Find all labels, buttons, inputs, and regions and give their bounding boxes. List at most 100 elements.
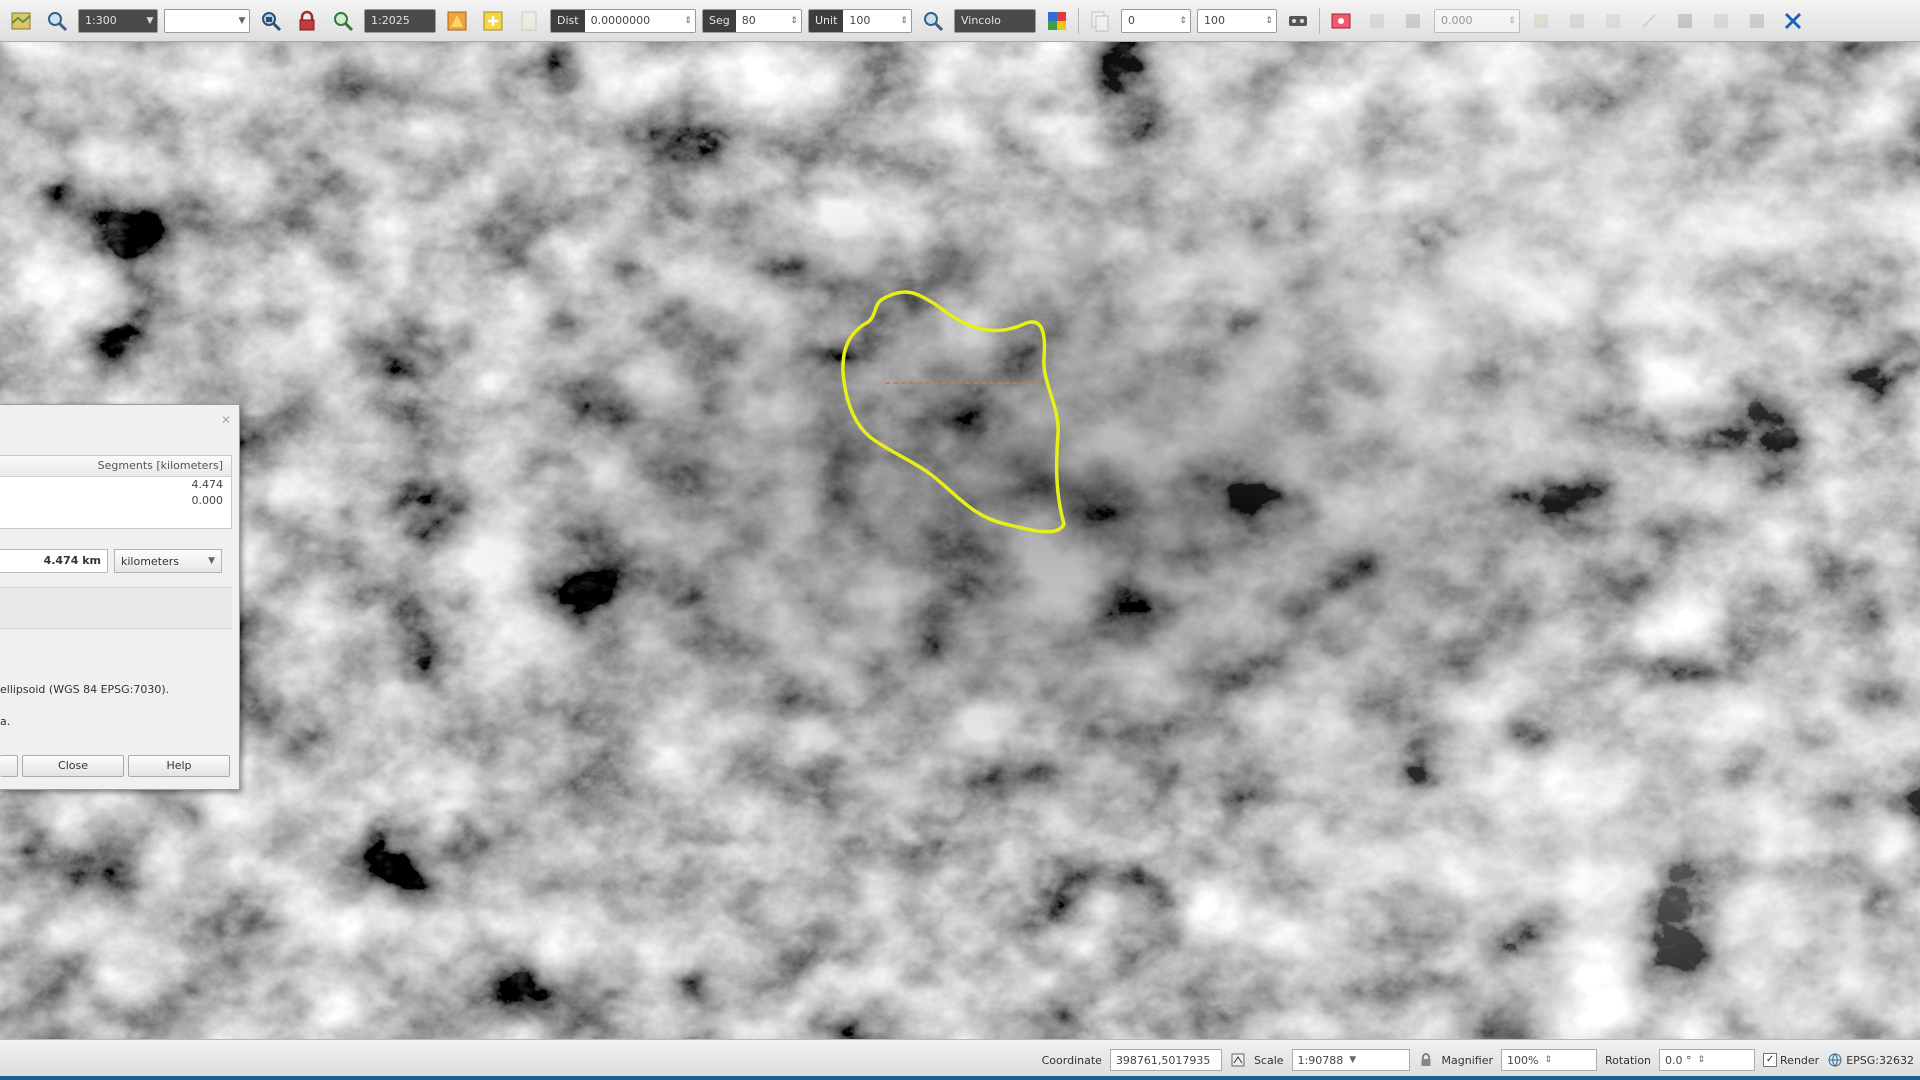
tool-button-5[interactable] bbox=[1598, 6, 1628, 36]
total-value-field: 4.474 km bbox=[0, 549, 108, 573]
add-feature-button[interactable] bbox=[478, 6, 508, 36]
offset-y-spinbox[interactable]: 100 ⇕ bbox=[1197, 8, 1277, 33]
coordinate-field[interactable]: 398761,5017935 bbox=[1109, 1049, 1222, 1071]
tolerance-label: Dist bbox=[551, 9, 585, 32]
magnifier-icon bbox=[48, 11, 68, 31]
magnifier-spinbox[interactable]: 100% ⇕ bbox=[1501, 1049, 1598, 1071]
segments-spinbox[interactable]: Seg 80 ⇕ bbox=[702, 8, 802, 33]
unit-select[interactable]: kilometers ▼ bbox=[114, 549, 222, 573]
square-tool-icon bbox=[1678, 13, 1692, 28]
angle-value: 0.000 bbox=[1441, 14, 1473, 27]
dialog-button-row: Close Help bbox=[0, 755, 236, 779]
toolbar-separator bbox=[1319, 7, 1320, 34]
magnifier-value: 100% bbox=[1507, 1053, 1539, 1067]
copy-icon bbox=[1091, 11, 1109, 31]
coordinate-toggle-icon[interactable] bbox=[1230, 1052, 1246, 1068]
zoom-scale-value: 1:300 bbox=[85, 14, 117, 27]
tool-button-9[interactable] bbox=[1742, 6, 1772, 36]
zoom-button[interactable] bbox=[42, 6, 72, 36]
record-button[interactable] bbox=[1326, 6, 1356, 36]
tool-button-6[interactable] bbox=[1634, 6, 1664, 36]
tool-button-1[interactable] bbox=[1362, 6, 1392, 36]
square-tool-icon bbox=[1750, 13, 1764, 28]
segments-label: Seg bbox=[703, 9, 736, 32]
main-toolbar: 1:300 ▼ ▼ 1:2025 Dist 0.0000000 ⇕ Seg 80… bbox=[0, 0, 1920, 42]
tolerance-value: 0.0000000 bbox=[590, 14, 651, 27]
crs-button[interactable]: EPSG:32632 bbox=[1827, 1052, 1914, 1068]
render-checkbox[interactable]: ✓ Render bbox=[1763, 1053, 1819, 1067]
vertex-scale-combo[interactable]: 1:2025 bbox=[364, 8, 436, 33]
tool-button-8[interactable] bbox=[1706, 6, 1736, 36]
spin-arrows-icon: ⇕ bbox=[1179, 15, 1187, 26]
spin-arrows-icon: ⇕ bbox=[1508, 15, 1516, 26]
map-layer-icon bbox=[11, 12, 31, 29]
spin-arrows-icon: ⇕ bbox=[684, 15, 692, 26]
rotation-label: Rotation bbox=[1605, 1053, 1652, 1067]
zoom-scale-combo[interactable]: 1:300 ▼ bbox=[78, 8, 158, 33]
dialog-close-icon[interactable]: ✕ bbox=[219, 413, 233, 427]
render-label: Render bbox=[1780, 1053, 1820, 1067]
copy-button[interactable] bbox=[1085, 6, 1115, 36]
search-combo[interactable]: Vincolo bbox=[954, 8, 1036, 33]
map-canvas[interactable]: ✕ Segments [kilometers] 4.474 0.000 4.47… bbox=[0, 42, 1920, 1039]
globe-icon bbox=[1828, 1053, 1842, 1067]
gps-button[interactable] bbox=[1283, 6, 1313, 36]
search-icon bbox=[334, 11, 354, 31]
coordinate-value: 398761,5017935 bbox=[1115, 1053, 1211, 1067]
square-tool-icon bbox=[1606, 13, 1620, 28]
style-button[interactable] bbox=[442, 6, 472, 36]
info-text-line: a. bbox=[0, 715, 11, 728]
info-box bbox=[0, 587, 232, 629]
square-tool-icon bbox=[1714, 13, 1728, 28]
remove-button[interactable] bbox=[1778, 6, 1808, 36]
spin-arrows-icon: ⇕ bbox=[1544, 1055, 1553, 1065]
tolerance-spinbox[interactable]: Dist 0.0000000 ⇕ bbox=[550, 8, 696, 33]
spin-arrows-icon: ⇕ bbox=[900, 15, 908, 26]
tool-button-2[interactable] bbox=[1398, 6, 1428, 36]
lock-icon[interactable] bbox=[1418, 1052, 1434, 1068]
lock-button[interactable] bbox=[292, 6, 322, 36]
record-icon bbox=[1331, 13, 1351, 28]
scale-combo[interactable]: 1:90788 ▼ bbox=[1291, 1049, 1410, 1071]
close-button[interactable]: Close bbox=[22, 755, 124, 777]
angle-spinbox[interactable]: 0.000 ⇕ bbox=[1434, 8, 1520, 33]
offset-x-spinbox[interactable]: 0 ⇕ bbox=[1121, 8, 1191, 33]
units-spinbox[interactable]: Unit 100 ⇕ bbox=[808, 8, 912, 33]
note-icon bbox=[521, 11, 537, 30]
tool-button-3[interactable] bbox=[1526, 6, 1556, 36]
vertex-scale-value: 1:2025 bbox=[371, 14, 410, 27]
rotation-spinbox[interactable]: 0.0 ° ⇕ bbox=[1659, 1049, 1756, 1071]
help-button[interactable]: Help bbox=[128, 755, 230, 777]
status-bar: Coordinate 398761,5017935 Scale 1:90788 … bbox=[0, 1039, 1920, 1080]
layer-combo[interactable]: ▼ bbox=[164, 8, 250, 33]
taskbar-strip bbox=[0, 1076, 1920, 1080]
gis-application-window: 1:300 ▼ ▼ 1:2025 Dist 0.0000000 ⇕ Seg 80… bbox=[0, 0, 1920, 1080]
units-label: Unit bbox=[809, 9, 844, 32]
plugin-icon bbox=[1048, 11, 1066, 30]
segments-table: Segments [kilometers] 4.474 0.000 bbox=[0, 455, 232, 529]
note-button[interactable] bbox=[514, 6, 544, 36]
square-tool-icon bbox=[1370, 13, 1384, 28]
table-row[interactable]: 0.000 bbox=[0, 493, 231, 509]
info-text: ellipsoid (WGS 84 EPSG:7030). a. bbox=[0, 681, 232, 731]
offset-y-value: 100 bbox=[1204, 14, 1225, 27]
locate-button[interactable] bbox=[918, 6, 948, 36]
spin-arrows-icon: ⇕ bbox=[1265, 15, 1273, 26]
toolbar-separator bbox=[1078, 7, 1079, 34]
magnifier-label: Magnifier bbox=[1441, 1053, 1494, 1067]
chevron-down-icon: ▼ bbox=[208, 556, 215, 566]
plugin-button[interactable] bbox=[1042, 6, 1072, 36]
search-combo-value: Vincolo bbox=[961, 14, 1001, 27]
tool-button-4[interactable] bbox=[1562, 6, 1592, 36]
locator-icon bbox=[924, 11, 944, 31]
palette-icon bbox=[447, 11, 467, 30]
square-tool-icon bbox=[1406, 13, 1420, 28]
new-button[interactable] bbox=[0, 755, 18, 777]
tool-button-7[interactable] bbox=[1670, 6, 1700, 36]
identify-button[interactable] bbox=[256, 6, 286, 36]
units-value: 100 bbox=[849, 14, 871, 27]
open-project-button[interactable] bbox=[6, 6, 36, 36]
table-row[interactable]: 4.474 bbox=[0, 477, 231, 493]
gps-icon bbox=[1289, 15, 1307, 26]
search-button[interactable] bbox=[328, 6, 358, 36]
